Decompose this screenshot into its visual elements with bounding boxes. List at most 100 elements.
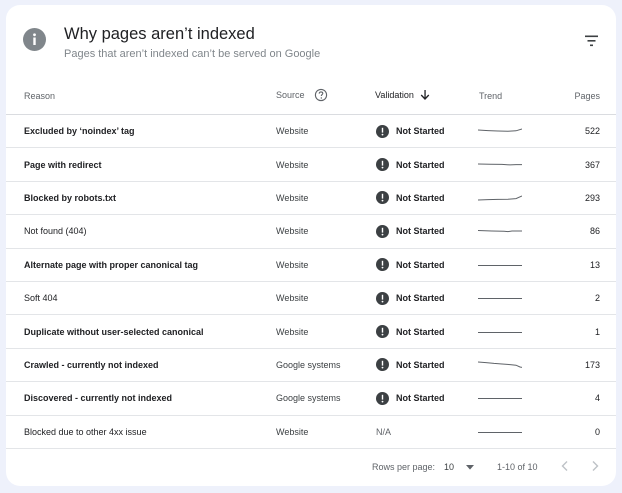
row-validation: Not Started: [376, 349, 445, 381]
row-reason: Blocked due to other 4xx issue: [24, 426, 147, 437]
row-reason: Blocked by robots.txt: [24, 192, 117, 203]
exclamation-icon: [376, 258, 389, 272]
row-pages: 4: [594, 393, 600, 404]
validation-status: Not Started: [396, 259, 445, 270]
row-source: Website: [276, 159, 309, 170]
column-header-pages[interactable]: Pages: [574, 91, 600, 101]
validation-status: Not Started: [396, 393, 445, 404]
row-validation: Not Started: [376, 382, 445, 414]
row-reason: Soft 404: [24, 293, 58, 304]
card-title: Why pages aren’t indexed: [64, 25, 255, 43]
issues-table: Reason Source Validation Trend Pages Exc…: [6, 80, 616, 449]
row-reason: Duplicate without user-selected canonica…: [24, 326, 204, 337]
card-header: Why pages aren’t indexed Pages that aren…: [6, 5, 616, 75]
validation-status: Not Started: [396, 359, 445, 370]
exclamation-icon: [376, 224, 389, 238]
trend-sparkline: [478, 315, 522, 347]
row-validation: N/A: [376, 416, 391, 448]
arrow-down-icon: [420, 89, 430, 101]
rows-per-page-select[interactable]: 10: [444, 457, 478, 477]
indexing-report-card: Why pages aren’t indexed Pages that aren…: [6, 5, 616, 486]
row-pages: 2: [594, 293, 600, 304]
table-row[interactable]: Blocked due to other 4xx issue Website N…: [6, 416, 616, 449]
rows-per-page-value: 10: [444, 462, 455, 472]
exclamation-icon: [376, 391, 389, 405]
validation-status: Not Started: [396, 326, 445, 337]
chevron-right-icon[interactable]: [587, 458, 603, 474]
pagination-range: 1-10 of 10: [497, 462, 538, 472]
exclamation-icon: [376, 325, 389, 339]
column-header-source-label: Source: [276, 90, 305, 100]
exclamation-icon: [376, 358, 389, 372]
trend-sparkline: [478, 382, 522, 414]
filter-icon[interactable]: [582, 33, 602, 49]
row-source: Website: [276, 426, 309, 437]
trend-sparkline: [478, 249, 522, 281]
row-reason: Not found (404): [24, 226, 87, 237]
info-icon: [23, 28, 46, 51]
row-source: Website: [276, 226, 309, 237]
row-pages: 367: [584, 159, 600, 170]
table-header: Reason Source Validation Trend Pages: [6, 80, 616, 115]
row-validation: Not Started: [376, 215, 445, 247]
row-validation: Not Started: [376, 315, 445, 347]
trend-sparkline: [478, 115, 522, 147]
trend-sparkline: [478, 416, 522, 448]
help-icon[interactable]: [314, 88, 328, 102]
row-validation: Not Started: [376, 249, 445, 281]
row-pages: 1: [594, 326, 600, 337]
row-source: Website: [276, 259, 309, 270]
row-reason: Excluded by ‘noindex’ tag: [24, 126, 135, 137]
chevron-left-icon[interactable]: [557, 458, 573, 474]
row-source: Website: [276, 326, 309, 337]
exclamation-icon: [376, 124, 389, 138]
row-reason: Discovered - currently not indexed: [24, 393, 173, 404]
table-row[interactable]: Crawled - currently not indexed Google s…: [6, 349, 616, 383]
row-reason: Crawled - currently not indexed: [24, 359, 159, 370]
table-row[interactable]: Alternate page with proper canonical tag…: [6, 249, 616, 282]
table-row[interactable]: Not found (404) Website Not Started 86: [6, 215, 616, 249]
table-row[interactable]: Discovered - currently not indexed Googl…: [6, 382, 616, 416]
table-row[interactable]: Blocked by robots.txt Website Not Starte…: [6, 182, 616, 216]
row-pages: 86: [589, 226, 600, 237]
trend-sparkline: [478, 282, 522, 314]
validation-status: Not Started: [396, 192, 445, 203]
row-pages: 293: [584, 192, 600, 203]
exclamation-icon: [376, 191, 389, 205]
validation-status: N/A: [376, 426, 392, 437]
column-header-validation[interactable]: Validation: [375, 89, 430, 101]
row-validation: Not Started: [376, 282, 445, 314]
row-source: Website: [276, 192, 309, 203]
row-validation: Not Started: [376, 115, 445, 147]
rows-per-page-label: Rows per page:: [372, 462, 436, 472]
row-source: Website: [276, 126, 309, 137]
exclamation-icon: [376, 291, 389, 305]
column-header-reason[interactable]: Reason: [24, 91, 55, 101]
row-pages: 0: [594, 426, 600, 437]
table-row[interactable]: Duplicate without user-selected canonica…: [6, 315, 616, 349]
trend-sparkline: [478, 182, 522, 214]
column-header-validation-label: Validation: [375, 90, 414, 100]
row-reason: Alternate page with proper canonical tag: [24, 259, 199, 270]
row-validation: Not Started: [376, 148, 445, 180]
column-header-trend: Trend: [479, 91, 503, 101]
row-pages: 522: [584, 126, 600, 137]
table-row[interactable]: Excluded by ‘noindex’ tag Website Not St…: [6, 115, 616, 149]
row-pages: 173: [584, 359, 600, 370]
row-validation: Not Started: [376, 182, 445, 214]
validation-status: Not Started: [396, 126, 445, 137]
column-header-source[interactable]: Source: [276, 88, 328, 102]
row-source: Google systems: [276, 393, 341, 404]
trend-sparkline: [478, 349, 522, 381]
row-pages: 13: [589, 259, 600, 270]
card-subtitle: Pages that aren’t indexed can’t be serve…: [64, 48, 321, 60]
exclamation-icon: [376, 158, 389, 172]
row-reason: Page with redirect: [24, 159, 102, 170]
validation-status: Not Started: [396, 293, 445, 304]
table-row[interactable]: Soft 404 Website Not Started 2: [6, 282, 616, 316]
validation-status: Not Started: [396, 226, 445, 237]
trend-sparkline: [478, 215, 522, 247]
table-row[interactable]: Page with redirect Website Not Started 3…: [6, 148, 616, 182]
trend-sparkline: [478, 148, 522, 180]
table-pagination: Rows per page: 10 1-10 of 10: [6, 454, 616, 484]
